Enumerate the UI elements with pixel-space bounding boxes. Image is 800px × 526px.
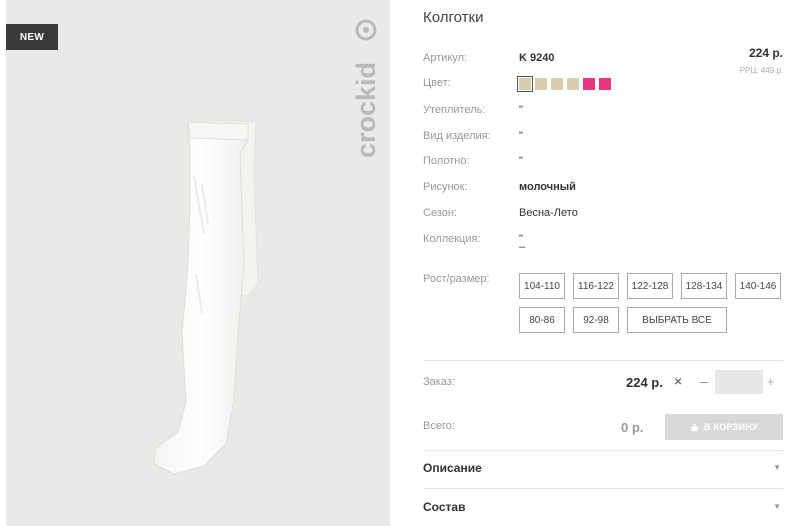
spec-label: Рисунок: — [423, 181, 468, 193]
spec-value: " — [519, 130, 523, 142]
total-label: Всего: — [423, 420, 455, 432]
spec-value: " — [519, 104, 523, 116]
accordion-label: Состав — [423, 500, 466, 514]
increase-quantity-button[interactable]: + — [767, 374, 775, 389]
size-option[interactable]: 92-98 — [573, 307, 619, 333]
spec-label: Цвет: — [423, 77, 451, 89]
color-swatch[interactable] — [551, 78, 563, 90]
size-option[interactable]: 122-128 — [627, 273, 673, 299]
accordion-composition[interactable]: Состав ▼ — [423, 500, 783, 520]
recommended-price: РРЦ: 449 р. — [739, 66, 783, 75]
spec-value-extra: – — [519, 241, 526, 253]
product-info: Колготки 224 р. РРЦ: 449 р. Артикул: K 9… — [423, 0, 793, 526]
size-option[interactable]: 140-146 — [735, 273, 781, 299]
product-price: 224 р. — [748, 46, 783, 60]
remove-icon[interactable]: × — [674, 373, 682, 389]
spec-value: " — [519, 155, 523, 167]
basket-icon — [690, 422, 698, 431]
divider — [423, 360, 783, 361]
divider — [423, 450, 783, 451]
quantity-input[interactable] — [715, 370, 763, 394]
size-option[interactable]: 80-86 — [519, 307, 565, 333]
order-label: Заказ: — [423, 376, 455, 388]
color-swatches — [517, 76, 611, 92]
decrease-quantity-button[interactable]: – — [700, 373, 708, 389]
size-label: Рост/размер: — [423, 273, 490, 285]
total-sum: 0 р. — [621, 420, 644, 435]
product-title: Колготки — [423, 9, 484, 26]
brand-logo: crockid — [351, 19, 381, 158]
accordion-label: Описание — [423, 461, 482, 475]
add-to-cart-label: В КОРЗИНУ — [703, 422, 759, 432]
add-to-cart-button[interactable]: В КОРЗИНУ — [665, 414, 783, 440]
color-swatch[interactable] — [517, 76, 533, 92]
spec-label: Сезон: — [423, 207, 457, 219]
spec-label: Артикул: — [423, 52, 468, 64]
spec-label: Полотно: — [423, 155, 470, 167]
size-option[interactable]: 104-110 — [519, 273, 565, 299]
product-image[interactable]: NEW crockid — [6, 0, 390, 526]
color-swatch[interactable] — [567, 78, 579, 90]
order-total: 224 р. — [626, 375, 663, 390]
new-badge: NEW — [6, 24, 58, 50]
spec-label: Вид изделия: — [423, 130, 491, 142]
divider — [423, 488, 783, 489]
color-swatch[interactable] — [599, 78, 611, 90]
color-swatch[interactable] — [535, 78, 547, 90]
spec-value: молочный — [519, 181, 576, 193]
chevron-down-icon: ▼ — [773, 502, 781, 511]
accordion-description[interactable]: Описание ▼ — [423, 461, 783, 481]
spec-label: Коллекция: — [423, 233, 481, 245]
spec-label: Утеплитель: — [423, 104, 486, 116]
select-all-sizes-button[interactable]: ВЫБРАТЬ ВСЕ — [627, 307, 727, 333]
brand-logo-text: crockid — [351, 62, 381, 158]
size-option[interactable]: 128-134 — [681, 273, 727, 299]
color-swatch[interactable] — [583, 78, 595, 90]
tights-photo — [153, 119, 259, 475]
spec-value: K 9240 — [519, 52, 555, 64]
size-option[interactable]: 116-122 — [573, 273, 619, 299]
chevron-down-icon: ▼ — [773, 463, 781, 472]
spec-value: Весна-Лето — [519, 207, 578, 219]
